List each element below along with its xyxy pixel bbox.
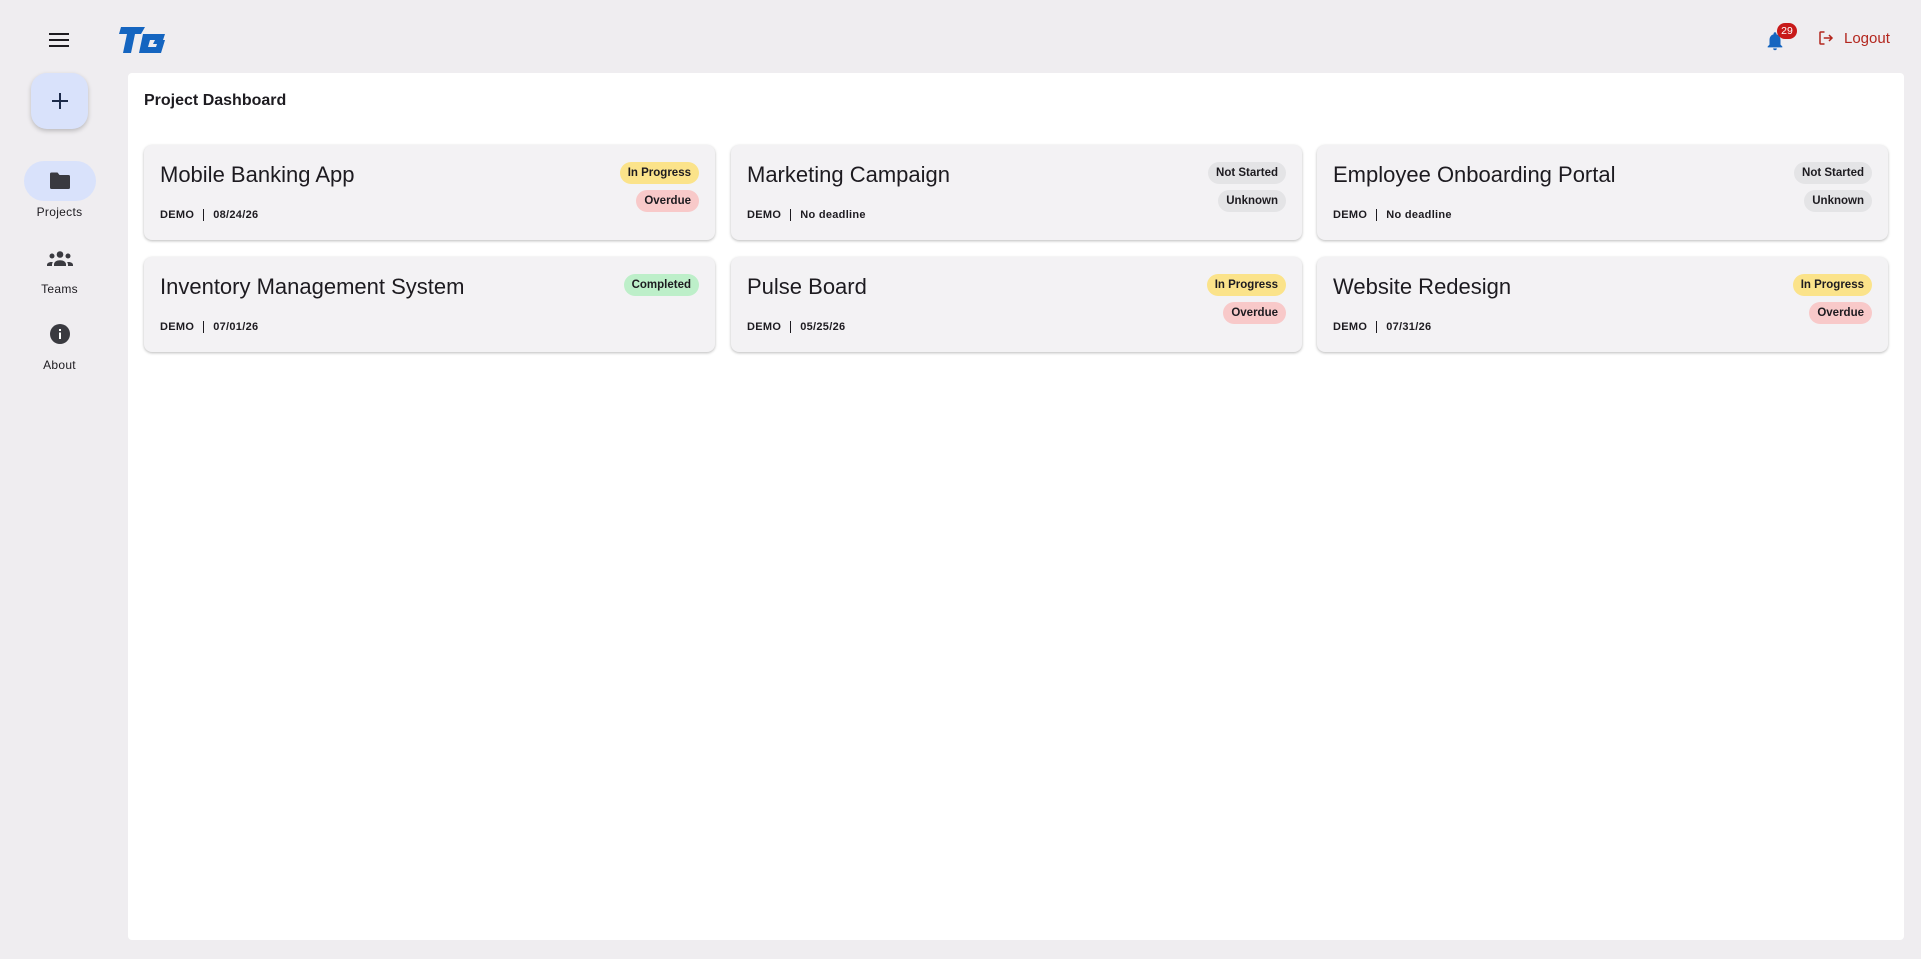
project-card[interactable]: Mobile Banking App DEMO 08/24/26 In Prog… xyxy=(144,145,715,240)
notifications-button[interactable]: 29 xyxy=(1764,23,1797,55)
project-card[interactable]: Pulse Board DEMO 05/25/26 In Progress Ov… xyxy=(731,257,1302,352)
project-deadline: 08/24/26 xyxy=(213,209,259,221)
project-meta: DEMO No deadline xyxy=(747,209,866,221)
status-badge: Completed xyxy=(623,274,699,296)
nav-about-label: About xyxy=(43,358,76,372)
project-deadline: No deadline xyxy=(1386,209,1452,221)
nav-about[interactable]: About xyxy=(14,314,105,372)
project-card[interactable]: Employee Onboarding Portal DEMO No deadl… xyxy=(1317,145,1888,240)
project-org: DEMO xyxy=(1333,321,1368,333)
project-title: Marketing Campaign xyxy=(747,162,950,187)
notification-count-badge: 29 xyxy=(1777,23,1797,39)
project-title: Pulse Board xyxy=(747,274,867,299)
project-title: Website Redesign xyxy=(1333,274,1512,299)
meta-divider xyxy=(790,209,792,221)
page-title: Project Dashboard xyxy=(144,92,287,109)
logout-button[interactable]: Logout xyxy=(1817,29,1890,47)
top-app-bar: 29 Logout xyxy=(0,0,1921,72)
nav-projects[interactable]: Projects xyxy=(14,161,105,219)
status-badge: In Progress xyxy=(619,162,699,184)
project-title: Mobile Banking App xyxy=(160,162,355,187)
menu-icon[interactable] xyxy=(44,25,74,55)
logout-label: Logout xyxy=(1844,29,1890,47)
app-logo[interactable] xyxy=(119,24,167,61)
project-meta: DEMO 05/25/26 xyxy=(747,321,845,333)
project-deadline: 07/01/26 xyxy=(213,321,259,333)
due-badge: Overdue xyxy=(636,190,699,212)
info-icon xyxy=(24,314,96,354)
project-org: DEMO xyxy=(747,321,782,333)
meta-divider xyxy=(1376,209,1378,221)
status-badge: Not Started xyxy=(1208,162,1286,184)
groups-icon xyxy=(24,238,96,278)
project-org: DEMO xyxy=(160,209,195,221)
due-badge: Unknown xyxy=(1804,190,1872,212)
project-meta: DEMO 08/24/26 xyxy=(160,209,258,221)
due-badge: Unknown xyxy=(1218,190,1286,212)
logout-icon xyxy=(1819,31,1834,45)
folder-icon xyxy=(23,161,96,201)
project-title: Inventory Management System xyxy=(160,274,465,299)
project-deadline: 07/31/26 xyxy=(1386,321,1432,333)
project-org: DEMO xyxy=(1333,209,1368,221)
due-badge: Overdue xyxy=(1223,302,1286,324)
nav-projects-label: Projects xyxy=(36,205,83,219)
nav-teams-label: Teams xyxy=(41,282,78,296)
nav-teams[interactable]: Teams xyxy=(14,238,105,296)
project-meta: DEMO 07/31/26 xyxy=(1333,321,1431,333)
status-badge: Not Started xyxy=(1794,162,1872,184)
meta-divider xyxy=(203,321,205,333)
project-org: DEMO xyxy=(160,321,195,333)
add-project-button[interactable] xyxy=(31,73,88,129)
plus-icon xyxy=(51,93,68,109)
project-deadline: 05/25/26 xyxy=(800,321,846,333)
status-badge: In Progress xyxy=(1792,274,1872,296)
project-title: Employee Onboarding Portal xyxy=(1333,162,1616,187)
project-meta: DEMO No deadline xyxy=(1333,209,1452,221)
project-deadline: No deadline xyxy=(800,209,866,221)
meta-divider xyxy=(1376,321,1378,333)
project-meta: DEMO 07/01/26 xyxy=(160,321,258,333)
project-card[interactable]: Marketing Campaign DEMO No deadline Not … xyxy=(731,145,1302,240)
meta-divider xyxy=(790,321,792,333)
project-org: DEMO xyxy=(747,209,782,221)
project-card[interactable]: Website Redesign DEMO 07/31/26 In Progre… xyxy=(1317,257,1888,352)
due-badge: Overdue xyxy=(1809,302,1872,324)
meta-divider xyxy=(203,209,205,221)
main-panel: Project Dashboard Mobile Banking App DEM… xyxy=(128,73,1904,940)
project-card[interactable]: Inventory Management System DEMO 07/01/2… xyxy=(144,257,715,352)
status-badge: In Progress xyxy=(1206,274,1286,296)
